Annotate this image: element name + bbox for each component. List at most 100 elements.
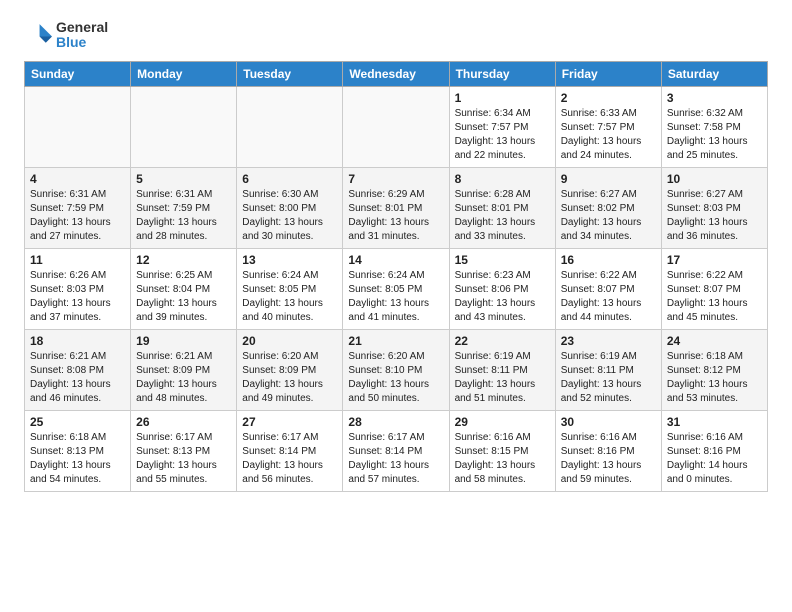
calendar-body: 1 Sunrise: 6:34 AM Sunset: 7:57 PM Daylig… [25, 86, 768, 491]
day-info: Sunrise: 6:26 AM Sunset: 8:03 PM Dayligh… [30, 269, 125, 325]
calendar-cell: 5 Sunrise: 6:31 AM Sunset: 7:59 PM Daylig… [131, 167, 237, 248]
day-number: 27 [242, 415, 337, 429]
day-number: 17 [667, 253, 762, 267]
calendar-cell: 10 Sunrise: 6:27 AM Sunset: 8:03 PM Dayli… [661, 167, 767, 248]
calendar-cell [131, 86, 237, 167]
weekday-header-tuesday: Tuesday [237, 61, 343, 86]
day-info: Sunrise: 6:24 AM Sunset: 8:05 PM Dayligh… [348, 269, 443, 325]
day-info: Sunrise: 6:32 AM Sunset: 7:58 PM Dayligh… [667, 107, 762, 163]
day-number: 24 [667, 334, 762, 348]
weekday-header-wednesday: Wednesday [343, 61, 449, 86]
calendar-cell: 8 Sunrise: 6:28 AM Sunset: 8:01 PM Daylig… [449, 167, 555, 248]
day-info: Sunrise: 6:25 AM Sunset: 8:04 PM Dayligh… [136, 269, 231, 325]
calendar-cell: 17Sunrise: 6:22 AM Sunset: 8:07 PM Dayli… [661, 248, 767, 329]
day-info: Sunrise: 6:24 AM Sunset: 8:05 PM Dayligh… [242, 269, 337, 325]
day-number: 1 [455, 91, 550, 105]
day-info: Sunrise: 6:19 AM Sunset: 8:11 PM Dayligh… [455, 350, 550, 406]
calendar-cell [343, 86, 449, 167]
week-row-5: 25Sunrise: 6:18 AM Sunset: 8:13 PM Dayli… [25, 410, 768, 491]
logo-icon [24, 21, 52, 49]
day-info: Sunrise: 6:30 AM Sunset: 8:00 PM Dayligh… [242, 188, 337, 244]
calendar-cell: 9 Sunrise: 6:27 AM Sunset: 8:02 PM Daylig… [555, 167, 661, 248]
day-info: Sunrise: 6:22 AM Sunset: 8:07 PM Dayligh… [561, 269, 656, 325]
day-number: 19 [136, 334, 231, 348]
day-number: 20 [242, 334, 337, 348]
day-info: Sunrise: 6:31 AM Sunset: 7:59 PM Dayligh… [136, 188, 231, 244]
day-number: 14 [348, 253, 443, 267]
day-number: 11 [30, 253, 125, 267]
day-info: Sunrise: 6:27 AM Sunset: 8:02 PM Dayligh… [561, 188, 656, 244]
weekday-header-saturday: Saturday [661, 61, 767, 86]
day-info: Sunrise: 6:17 AM Sunset: 8:14 PM Dayligh… [242, 431, 337, 487]
calendar-table: SundayMondayTuesdayWednesdayThursdayFrid… [24, 61, 768, 492]
calendar-cell: 25Sunrise: 6:18 AM Sunset: 8:13 PM Dayli… [25, 410, 131, 491]
calendar-cell: 27 Sunrise: 6:17 AM Sunset: 8:14 PM Dayli… [237, 410, 343, 491]
calendar-cell: 14 Sunrise: 6:24 AM Sunset: 8:05 PM Dayli… [343, 248, 449, 329]
day-info: Sunrise: 6:31 AM Sunset: 7:59 PM Dayligh… [30, 188, 125, 244]
day-number: 18 [30, 334, 125, 348]
calendar-cell: 18 Sunrise: 6:21 AM Sunset: 8:08 PM Dayli… [25, 329, 131, 410]
day-number: 9 [561, 172, 656, 186]
day-number: 2 [561, 91, 656, 105]
weekday-header-row: SundayMondayTuesdayWednesdayThursdayFrid… [25, 61, 768, 86]
calendar-cell: 6 Sunrise: 6:30 AM Sunset: 8:00 PM Daylig… [237, 167, 343, 248]
day-info: Sunrise: 6:16 AM Sunset: 8:15 PM Dayligh… [455, 431, 550, 487]
day-number: 15 [455, 253, 550, 267]
weekday-header-monday: Monday [131, 61, 237, 86]
weekday-header-sunday: Sunday [25, 61, 131, 86]
day-number: 22 [455, 334, 550, 348]
day-number: 13 [242, 253, 337, 267]
calendar-cell: 29 Sunrise: 6:16 AM Sunset: 8:15 PM Dayli… [449, 410, 555, 491]
week-row-2: 4 Sunrise: 6:31 AM Sunset: 7:59 PM Daylig… [25, 167, 768, 248]
calendar-cell: 7 Sunrise: 6:29 AM Sunset: 8:01 PM Daylig… [343, 167, 449, 248]
calendar-cell: 19 Sunrise: 6:21 AM Sunset: 8:09 PM Dayli… [131, 329, 237, 410]
day-number: 5 [136, 172, 231, 186]
day-number: 25 [30, 415, 125, 429]
calendar-cell: 20Sunrise: 6:20 AM Sunset: 8:09 PM Dayli… [237, 329, 343, 410]
calendar-cell: 11 Sunrise: 6:26 AM Sunset: 8:03 PM Dayli… [25, 248, 131, 329]
day-info: Sunrise: 6:16 AM Sunset: 8:16 PM Dayligh… [561, 431, 656, 487]
day-number: 10 [667, 172, 762, 186]
logo-text: General Blue [56, 20, 108, 51]
day-info: Sunrise: 6:28 AM Sunset: 8:01 PM Dayligh… [455, 188, 550, 244]
calendar-cell: 12Sunrise: 6:25 AM Sunset: 8:04 PM Dayli… [131, 248, 237, 329]
day-number: 8 [455, 172, 550, 186]
day-info: Sunrise: 6:27 AM Sunset: 8:03 PM Dayligh… [667, 188, 762, 244]
day-info: Sunrise: 6:20 AM Sunset: 8:10 PM Dayligh… [348, 350, 443, 406]
day-info: Sunrise: 6:29 AM Sunset: 8:01 PM Dayligh… [348, 188, 443, 244]
week-row-4: 18 Sunrise: 6:21 AM Sunset: 8:08 PM Dayli… [25, 329, 768, 410]
day-info: Sunrise: 6:19 AM Sunset: 8:11 PM Dayligh… [561, 350, 656, 406]
day-number: 21 [348, 334, 443, 348]
day-info: Sunrise: 6:18 AM Sunset: 8:12 PM Dayligh… [667, 350, 762, 406]
calendar-cell [25, 86, 131, 167]
day-info: Sunrise: 6:21 AM Sunset: 8:09 PM Dayligh… [136, 350, 231, 406]
calendar-cell: 16 Sunrise: 6:22 AM Sunset: 8:07 PM Dayli… [555, 248, 661, 329]
day-info: Sunrise: 6:17 AM Sunset: 8:14 PM Dayligh… [348, 431, 443, 487]
calendar-cell: 4 Sunrise: 6:31 AM Sunset: 7:59 PM Daylig… [25, 167, 131, 248]
day-number: 4 [30, 172, 125, 186]
weekday-header-friday: Friday [555, 61, 661, 86]
day-number: 16 [561, 253, 656, 267]
week-row-3: 11 Sunrise: 6:26 AM Sunset: 8:03 PM Dayli… [25, 248, 768, 329]
day-info: Sunrise: 6:33 AM Sunset: 7:57 PM Dayligh… [561, 107, 656, 163]
calendar-cell [237, 86, 343, 167]
calendar-cell: 26Sunrise: 6:17 AM Sunset: 8:13 PM Dayli… [131, 410, 237, 491]
day-info: Sunrise: 6:17 AM Sunset: 8:13 PM Dayligh… [136, 431, 231, 487]
calendar-cell: 3 Sunrise: 6:32 AM Sunset: 7:58 PM Daylig… [661, 86, 767, 167]
day-info: Sunrise: 6:34 AM Sunset: 7:57 PM Dayligh… [455, 107, 550, 163]
calendar-cell: 21 Sunrise: 6:20 AM Sunset: 8:10 PM Dayli… [343, 329, 449, 410]
day-number: 29 [455, 415, 550, 429]
logo: General Blue [24, 20, 108, 51]
day-number: 30 [561, 415, 656, 429]
calendar-cell: 24 Sunrise: 6:18 AM Sunset: 8:12 PM Dayli… [661, 329, 767, 410]
calendar-cell: 28 Sunrise: 6:17 AM Sunset: 8:14 PM Dayli… [343, 410, 449, 491]
day-number: 23 [561, 334, 656, 348]
day-number: 28 [348, 415, 443, 429]
day-info: Sunrise: 6:16 AM Sunset: 8:16 PM Dayligh… [667, 431, 762, 487]
calendar-cell: 2 Sunrise: 6:33 AM Sunset: 7:57 PM Daylig… [555, 86, 661, 167]
page: General Blue SundayMondayTuesdayWednesda… [0, 0, 792, 508]
day-number: 6 [242, 172, 337, 186]
day-number: 7 [348, 172, 443, 186]
day-number: 3 [667, 91, 762, 105]
day-info: Sunrise: 6:21 AM Sunset: 8:08 PM Dayligh… [30, 350, 125, 406]
